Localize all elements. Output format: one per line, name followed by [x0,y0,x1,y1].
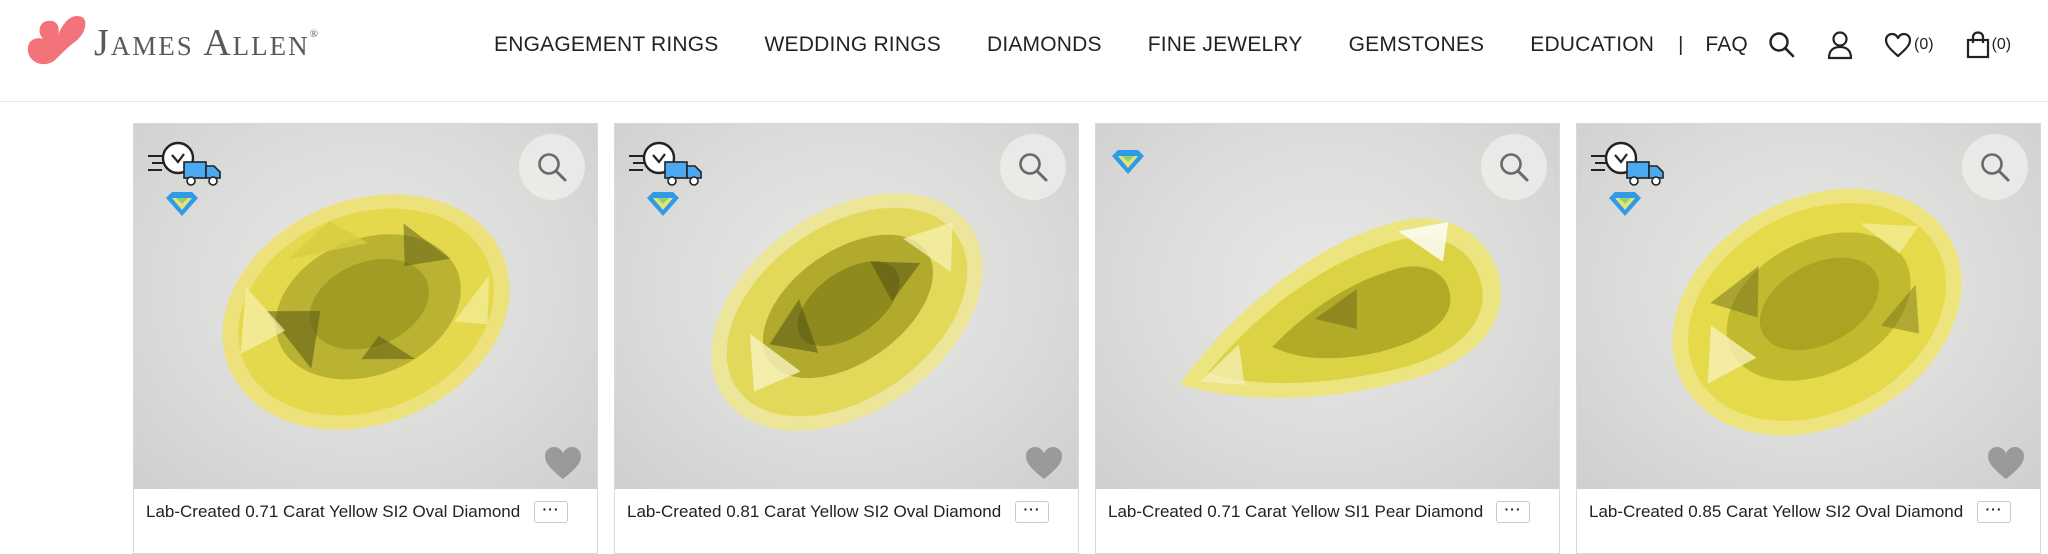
shopping-bag-icon [1966,31,1989,59]
product-card[interactable]: Lab-Created 0.71 Carat Yellow SI1 Pear D… [1095,123,1560,554]
magnifier-icon [1500,153,1529,182]
product-grid: Lab-Created 0.71 Carat Yellow SI2 Oval D… [133,123,2041,554]
product-image[interactable] [1577,124,2040,489]
wishlist-button[interactable]: (0) [1884,32,1934,58]
nav-gemstones[interactable]: GEMSTONES [1349,33,1485,57]
more-options-button[interactable]: ··· [1496,501,1530,523]
more-options-button[interactable]: ··· [534,501,568,523]
nav-diamonds[interactable]: DIAMONDS [987,33,1102,57]
cart-button[interactable]: (0) [1966,31,2012,59]
product-image[interactable] [615,124,1078,489]
main-nav: ENGAGEMENT RINGS WEDDING RINGS DIAMONDS … [494,28,1748,62]
fast-shipping-icon [148,141,221,186]
product-title[interactable]: Lab-Created 0.71 Carat Yellow SI1 Pear D… [1108,502,1483,522]
product-image[interactable] [134,124,597,489]
zoom-button[interactable] [1000,134,1066,200]
user-icon [1827,31,1853,60]
lab-created-diamond-icon [647,192,679,216]
product-image[interactable] [1096,124,1559,489]
logo-text: James Allen® [94,21,318,65]
nav-fine-jewelry[interactable]: FINE JEWELRY [1148,33,1303,57]
cart-count: (0) [1991,36,2012,53]
wishlist-heart-icon[interactable] [1024,445,1064,481]
more-options-button[interactable]: ··· [1977,501,2011,523]
zoom-button[interactable] [1481,134,1547,200]
header-tools: (0) (0) [1768,27,2011,63]
zoom-button[interactable] [519,134,585,200]
product-title[interactable]: Lab-Created 0.71 Carat Yellow SI2 Oval D… [146,502,520,522]
lab-created-diamond-icon [166,192,198,216]
search-icon [1769,32,1795,58]
fast-shipping-icon [629,141,702,186]
zoom-button[interactable] [1962,134,2028,200]
lab-created-diamond-icon [1609,192,1641,216]
nav-education[interactable]: EDUCATION [1530,33,1654,57]
product-title[interactable]: Lab-Created 0.85 Carat Yellow SI2 Oval D… [1589,502,1963,522]
account-button[interactable] [1826,30,1854,60]
magnifier-icon [538,153,567,182]
nav-faq[interactable]: FAQ [1705,33,1748,57]
more-options-button[interactable]: ··· [1015,501,1049,523]
product-card[interactable]: Lab-Created 0.85 Carat Yellow SI2 Oval D… [1576,123,2041,554]
wishlist-count: (0) [1914,36,1934,53]
heart-icon [1884,32,1912,58]
search-button[interactable] [1768,31,1796,59]
magnifier-icon [1019,153,1048,182]
butterfly-logo-icon [27,15,86,65]
product-card[interactable]: Lab-Created 0.81 Carat Yellow SI2 Oval D… [614,123,1079,554]
fast-shipping-icon [1591,141,1664,186]
magnifier-icon [1981,153,2010,182]
logo-wordmark: James Allen [94,22,310,64]
wishlist-heart-icon[interactable] [1986,445,2026,481]
nav-separator: | [1678,33,1684,56]
nav-engagement-rings[interactable]: ENGAGEMENT RINGS [494,33,719,57]
registered-mark: ® [309,28,318,41]
nav-wedding-rings[interactable]: WEDDING RINGS [765,33,941,57]
wishlist-heart-icon[interactable] [543,445,583,481]
logo[interactable]: James Allen® [24,10,318,72]
product-card[interactable]: Lab-Created 0.71 Carat Yellow SI2 Oval D… [133,123,598,554]
lab-created-diamond-icon [1112,150,1144,174]
product-title[interactable]: Lab-Created 0.81 Carat Yellow SI2 Oval D… [627,502,1001,522]
site-header: James Allen® ENGAGEMENT RINGS WEDDING RI… [0,0,2048,102]
